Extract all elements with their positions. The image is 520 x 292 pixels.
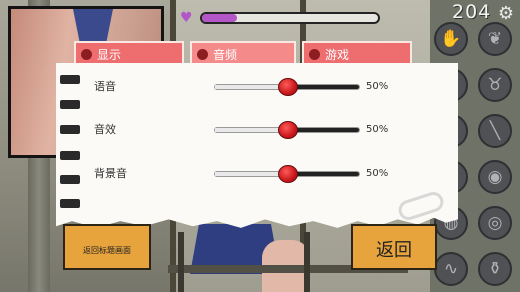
slider-fill <box>215 172 287 176</box>
slider-fill <box>215 85 287 89</box>
tab-label: 显示 <box>97 47 122 62</box>
bgm-value: 50% <box>366 168 389 179</box>
voice-slider[interactable] <box>214 78 360 96</box>
chair-leg <box>178 232 184 292</box>
uterus-icon[interactable]: ♉ <box>478 68 512 102</box>
tab-dot-icon <box>309 48 320 60</box>
bgm-label: 背景音 <box>94 167 127 180</box>
tab-dot-icon <box>81 48 92 60</box>
binder-hole <box>60 125 80 134</box>
wave-icon[interactable]: ∿ <box>434 252 468 286</box>
bgm-slider-knob[interactable] <box>278 165 298 183</box>
back-button[interactable]: 返回 <box>351 224 437 270</box>
chair-leg <box>304 232 310 292</box>
binder-hole <box>60 100 80 109</box>
bgm-slider[interactable] <box>214 165 360 183</box>
sfx-slider-knob[interactable] <box>278 121 298 139</box>
bottle-icon[interactable]: ⚱ <box>478 252 512 286</box>
binder-hole <box>60 151 80 160</box>
sfx-slider[interactable] <box>214 121 360 139</box>
voice-value: 50% <box>366 81 389 92</box>
tab-label: 音频 <box>213 47 238 62</box>
heart-icon: ♥ <box>180 10 193 26</box>
voice-slider-knob[interactable] <box>278 78 298 96</box>
binder-hole <box>60 75 80 84</box>
affection-bar-fill <box>202 14 238 22</box>
voice-label: 语音 <box>94 80 116 93</box>
binder-hole <box>60 199 80 208</box>
tab-label: 游戏 <box>325 47 350 62</box>
stick-icon[interactable]: ╲ <box>478 114 512 148</box>
tab-dot-icon <box>197 48 208 60</box>
sfx-label: 音效 <box>94 123 116 136</box>
ring-icon[interactable]: ◎ <box>478 206 512 240</box>
leaf-icon[interactable]: ❦ <box>478 22 512 56</box>
affection-bar <box>200 12 380 24</box>
binder-hole <box>60 175 80 184</box>
sfx-value: 50% <box>366 124 389 135</box>
return-title-button[interactable]: 返回标题画面 <box>63 224 151 270</box>
bubble-icon[interactable]: ◉ <box>478 160 512 194</box>
slider-fill <box>215 128 287 132</box>
hand-icon[interactable]: ✋ <box>434 22 468 56</box>
